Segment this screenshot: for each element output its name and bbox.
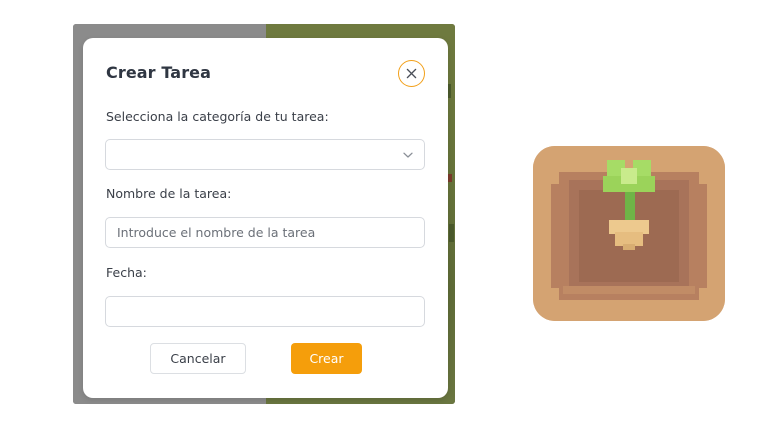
create-button[interactable]: Crear	[291, 343, 362, 374]
sprout-pot-icon	[533, 146, 725, 321]
category-select-value[interactable]	[106, 140, 424, 169]
date-label: Fecha:	[106, 265, 147, 280]
date-input[interactable]	[106, 297, 424, 326]
close-icon	[406, 68, 417, 79]
cancel-button[interactable]: Cancelar	[150, 343, 246, 374]
task-name-field[interactable]	[105, 217, 425, 248]
category-select[interactable]	[105, 139, 425, 170]
dialog-title: Crear Tarea	[106, 63, 212, 82]
task-name-input[interactable]	[106, 218, 424, 247]
app-icon	[533, 146, 725, 321]
create-task-dialog: Crear Tarea Selecciona la categoría de t…	[83, 38, 448, 398]
task-name-label: Nombre de la tarea:	[106, 186, 232, 201]
screen: Crear Tarea Selecciona la categoría de t…	[0, 0, 776, 423]
date-field[interactable]	[105, 296, 425, 327]
grass-detail	[449, 224, 454, 242]
category-label: Selecciona la categoría de tu tarea:	[106, 109, 329, 124]
chevron-down-icon	[403, 152, 413, 158]
close-button[interactable]	[398, 60, 425, 87]
